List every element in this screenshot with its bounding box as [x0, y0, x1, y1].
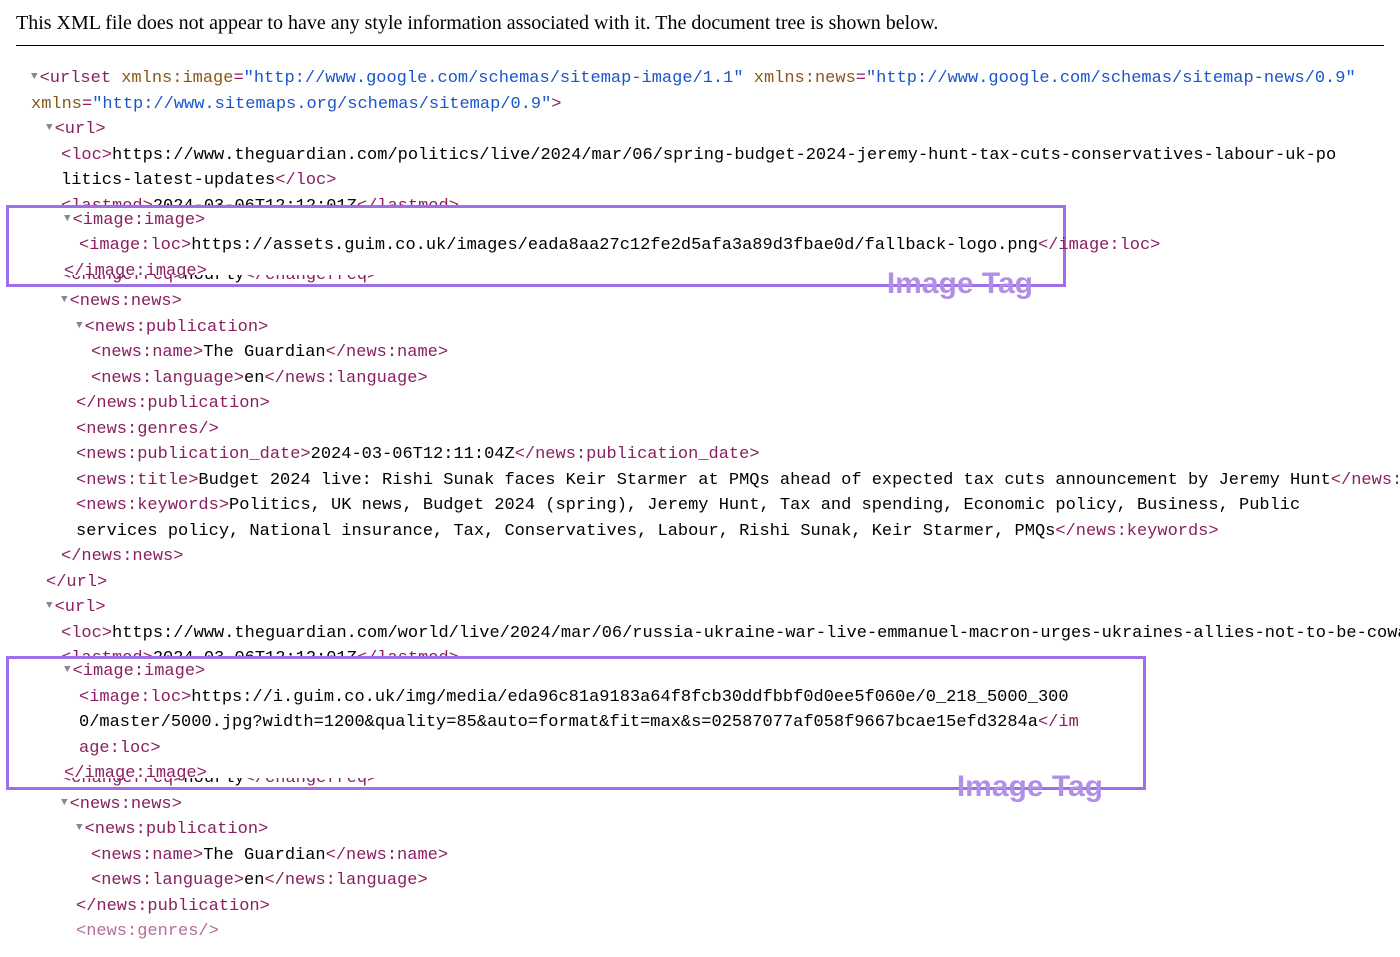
url1-news-close: </news:news>: [16, 544, 1384, 570]
url2-lang: <news:language>en</news:language>: [16, 868, 1384, 894]
collapse-icon[interactable]: ▼: [61, 292, 68, 309]
urlset-cont: xmlns="http://www.sitemaps.org/schemas/s…: [16, 92, 1384, 118]
url2-name: <news:name>The Guardian</news:name>: [16, 843, 1384, 869]
url1-image-open[interactable]: ▼<image:image>: [19, 208, 1063, 234]
annotation-box-2: ▼<image:image> <image:loc>https://i.guim…: [6, 656, 1146, 790]
collapse-icon[interactable]: ▼: [64, 662, 71, 679]
annotation-box-1: ▼<image:image> <image:loc>https://assets…: [6, 205, 1066, 288]
url1-pubdate: <news:publication_date>2024-03-06T12:11:…: [16, 442, 1384, 468]
collapse-icon[interactable]: ▼: [64, 211, 71, 228]
url2-pub-close: </news:publication>: [16, 894, 1384, 920]
xml-notice: This XML file does not appear to have an…: [16, 12, 1384, 46]
collapse-icon[interactable]: ▼: [61, 795, 68, 812]
url1-name: <news:name>The Guardian</news:name>: [16, 340, 1384, 366]
url2-loc: <loc>https://www.theguardian.com/world/l…: [16, 621, 1384, 647]
url1-genres: <news:genres/>: [16, 417, 1384, 443]
url1-pub-close: </news:publication>: [16, 391, 1384, 417]
xml-tree: ▼<urlset xmlns:image="http://www.google.…: [16, 66, 1384, 945]
collapse-icon[interactable]: ▼: [76, 318, 83, 335]
collapse-icon[interactable]: ▼: [46, 120, 53, 137]
collapse-icon[interactable]: ▼: [46, 598, 53, 615]
url1-lang: <news:language>en</news:language>: [16, 366, 1384, 392]
url2-image-open[interactable]: ▼<image:image>: [19, 659, 1143, 685]
url1-title: <news:title>Budget 2024 live: Rishi Suna…: [16, 468, 1384, 494]
url2-news-open[interactable]: ▼<news:news>: [16, 792, 1384, 818]
collapse-icon[interactable]: ▼: [31, 69, 38, 86]
url1-close: </url>: [16, 570, 1384, 596]
url2-open[interactable]: ▼<url>: [16, 595, 1384, 621]
url1-loc: <loc>https://www.theguardian.com/politic…: [16, 143, 1384, 194]
url1-imageloc: <image:loc>https://assets.guim.co.uk/ima…: [19, 233, 1063, 259]
url2-genres: <news:genres/>: [16, 919, 1384, 945]
url2-pub-open[interactable]: ▼<news:publication>: [16, 817, 1384, 843]
annotation-label-1: Image Tag: [887, 261, 1033, 306]
urlset-open[interactable]: ▼<urlset xmlns:image="http://www.google.…: [16, 66, 1384, 92]
url1-keywords: <news:keywords>Politics, UK news, Budget…: [16, 493, 1384, 544]
url2-imageloc: <image:loc>https://i.guim.co.uk/img/medi…: [19, 685, 1143, 762]
url1-lastmod: <lastmod>2024-03-06T12:12:01Z</lastmod>: [16, 194, 1384, 205]
annotation-label-2: Image Tag: [957, 764, 1103, 809]
url1-pub-open[interactable]: ▼<news:publication>: [16, 315, 1384, 341]
url1-open[interactable]: ▼<url>: [16, 117, 1384, 143]
collapse-icon[interactable]: ▼: [76, 820, 83, 837]
url1-news-open[interactable]: ▼<news:news>: [16, 289, 1384, 315]
